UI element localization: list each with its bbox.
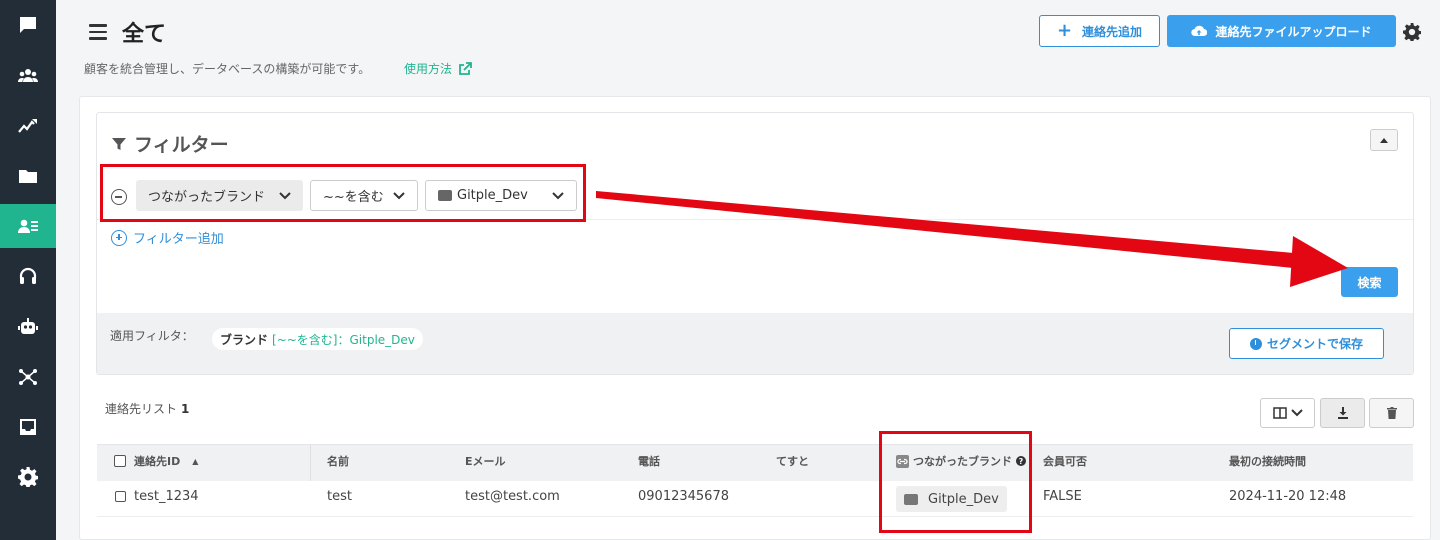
cell-id: test_1234: [115, 489, 199, 504]
download-button[interactable]: [1320, 398, 1365, 428]
help-link-label: 使用方法: [404, 62, 453, 76]
column-header-id[interactable]: 連絡先ID ▲: [114, 453, 198, 469]
cell-first-connect: 2024-11-20 12:48: [1229, 489, 1347, 504]
column-header-phone[interactable]: 電話: [638, 453, 660, 469]
contact-list-label: 連絡先リスト 1: [105, 400, 189, 417]
applied-filter-key: ブランド: [220, 332, 269, 347]
contacts-icon: [18, 219, 38, 233]
save-segment-button[interactable]: セグメントで保存: [1229, 328, 1384, 359]
collapse-filter-button[interactable]: [1370, 129, 1398, 151]
add-filter-button[interactable]: フィルター追加: [111, 228, 224, 247]
save-segment-label: セグメントで保存: [1266, 337, 1363, 351]
annotation-highlight-filter: [100, 164, 586, 222]
applied-filter-label: 適用フィルタ：: [110, 329, 194, 343]
sidebar-item-folder[interactable]: [0, 154, 56, 198]
funnel-icon: [112, 137, 126, 150]
upload-contacts-label: 連絡先ファイルアップロード: [1215, 24, 1372, 39]
cell-name: test: [327, 489, 352, 504]
cell-phone: 09012345678: [638, 489, 729, 504]
chat-icon: [20, 17, 36, 33]
column-divider: [310, 444, 311, 481]
delete-button[interactable]: [1369, 398, 1414, 428]
column-header-test[interactable]: てすと: [776, 453, 809, 469]
applied-filter-chip: ブランド [~~を含む]：Gitple_Dev: [212, 328, 423, 350]
users-icon: [18, 69, 38, 82]
sidebar-item-inbox[interactable]: [0, 405, 56, 449]
sort-asc-icon: ▲: [192, 456, 199, 466]
add-contact-button[interactable]: + 連絡先追加: [1039, 15, 1160, 47]
applied-filter-value: [~~を含む]：Gitple_Dev: [272, 332, 415, 347]
select-all-checkbox[interactable]: [114, 455, 126, 467]
upload-contacts-button[interactable]: 連絡先ファイルアップロード: [1167, 15, 1396, 47]
search-button[interactable]: 検索: [1341, 267, 1398, 297]
sidebar-item-network[interactable]: [0, 355, 56, 399]
column-header-member[interactable]: 会員可否: [1043, 453, 1087, 469]
plus-circle-icon: [111, 229, 127, 246]
folder-icon: [19, 170, 37, 183]
network-icon: [19, 369, 37, 385]
column-toggle-button[interactable]: [1260, 398, 1315, 428]
download-icon: [1337, 407, 1348, 419]
table-header: [97, 444, 1413, 481]
plus-icon: +: [1056, 20, 1073, 41]
caret-up-icon: [1380, 137, 1388, 143]
column-header-email[interactable]: Eメール: [465, 453, 506, 469]
external-link-icon: [459, 61, 472, 75]
clock-icon: [1249, 337, 1262, 350]
row-checkbox[interactable]: [115, 491, 126, 502]
add-contact-label: 連絡先追加: [1082, 24, 1143, 39]
contact-list-title: 連絡先リスト: [105, 402, 178, 416]
sidebar: [0, 0, 56, 540]
help-link[interactable]: 使用方法: [404, 60, 472, 77]
column-header-first-connect[interactable]: 最初の接続時間: [1229, 453, 1306, 469]
sidebar-item-chat[interactable]: [0, 3, 56, 47]
settings-icon: [18, 467, 38, 487]
sidebar-item-users[interactable]: [0, 54, 56, 98]
column-header-id-label: 連絡先ID: [134, 455, 181, 468]
page-description: 顧客を統合管理し、データベースの構築が可能です。: [84, 62, 371, 76]
inbox-icon: [20, 419, 36, 435]
annotation-highlight-brand-column: [879, 431, 1032, 533]
filter-title-label: フィルター: [134, 134, 229, 156]
bot-icon: [18, 318, 38, 334]
page-title: 全て: [122, 22, 167, 47]
contact-list-count: 1: [181, 402, 190, 416]
add-filter-label: フィルター追加: [133, 232, 224, 247]
headset-icon: [19, 267, 37, 284]
cell-email: test@test.com: [465, 489, 560, 504]
trash-icon: [1386, 407, 1397, 419]
hamburger-menu-icon[interactable]: [89, 24, 107, 40]
filter-title: フィルター: [112, 130, 229, 157]
sidebar-item-support[interactable]: [0, 255, 56, 299]
settings-gear-icon[interactable]: [1403, 23, 1421, 41]
cell-member: FALSE: [1043, 489, 1082, 504]
columns-icon: [1272, 407, 1287, 419]
table-row[interactable]: [97, 481, 1413, 517]
chevron-down-icon: [1290, 409, 1303, 417]
cell-id-value: test_1234: [134, 489, 199, 504]
sidebar-item-analytics[interactable]: [0, 104, 56, 148]
sidebar-item-contacts[interactable]: [0, 204, 56, 248]
cloud-upload-icon: [1191, 25, 1208, 37]
sidebar-item-bot[interactable]: [0, 305, 56, 349]
sidebar-item-settings[interactable]: [0, 455, 56, 499]
analytics-icon: [18, 119, 37, 133]
column-header-name[interactable]: 名前: [327, 453, 349, 469]
